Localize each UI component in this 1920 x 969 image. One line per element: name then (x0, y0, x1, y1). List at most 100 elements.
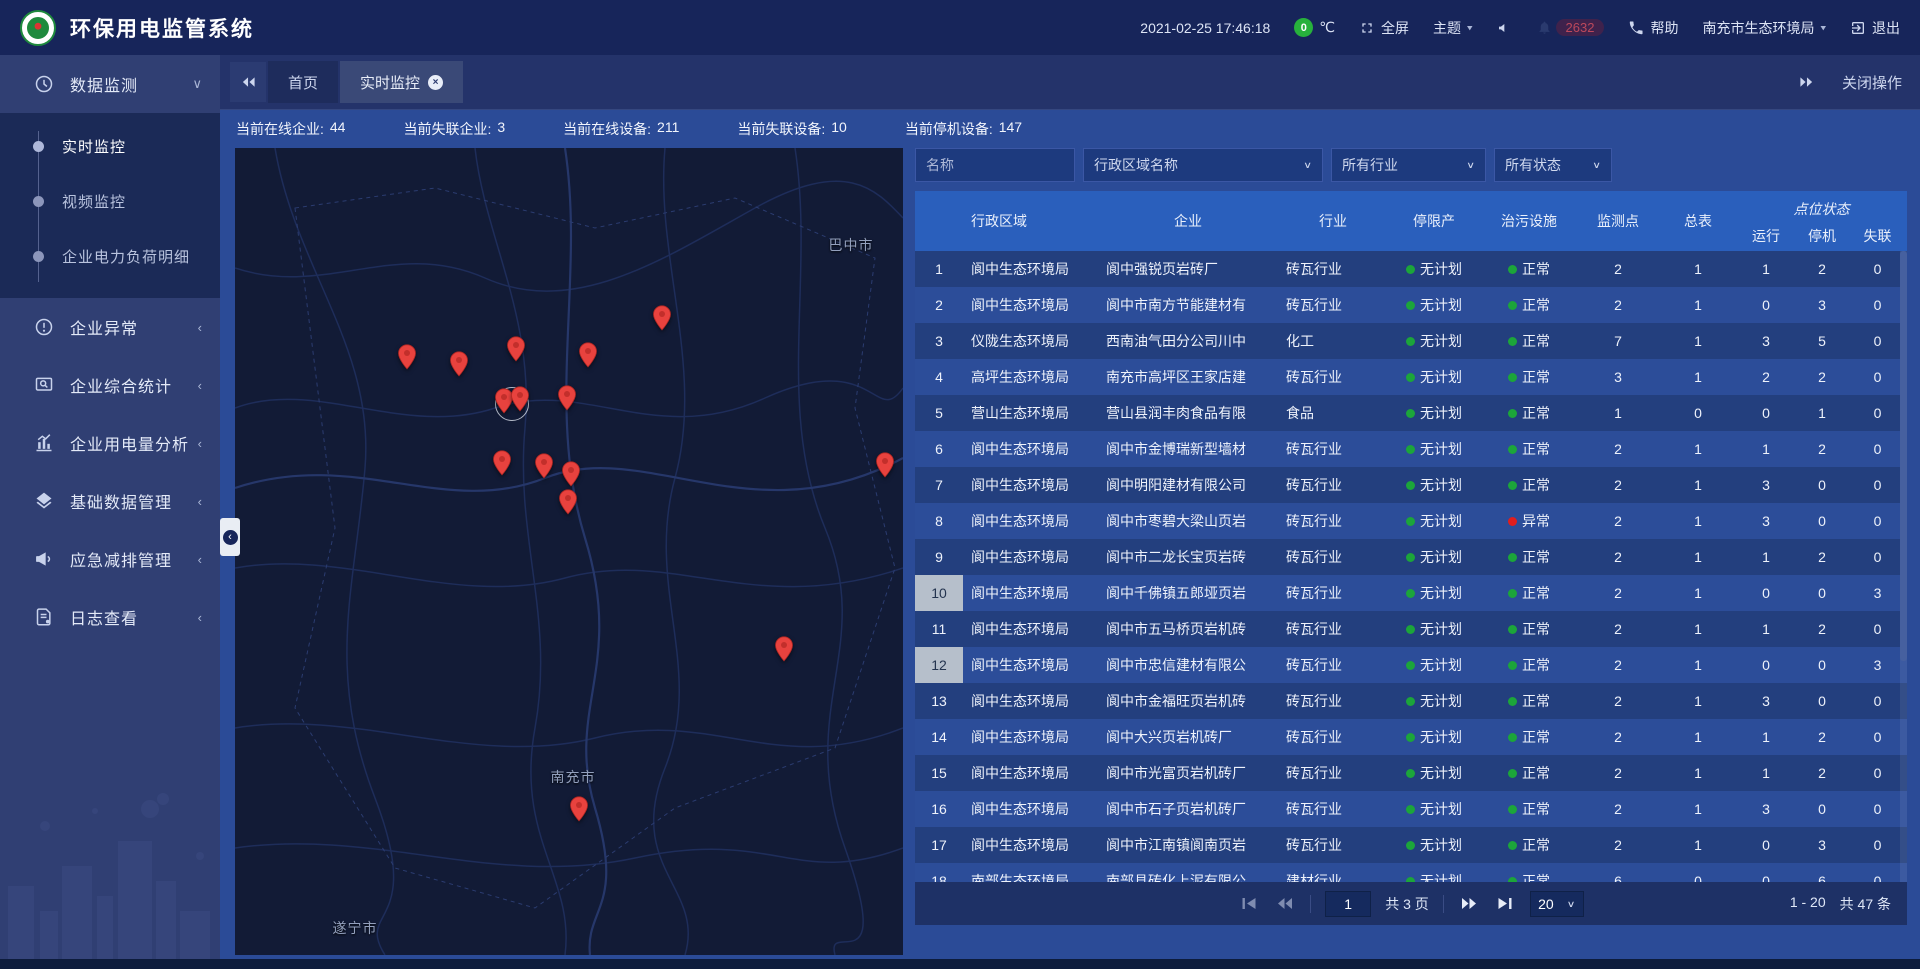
speaker-icon[interactable] (1497, 20, 1513, 36)
prev-page-button[interactable] (1274, 896, 1296, 912)
stats-bar: 当前在线企业:44当前失联企业:3当前在线设备:211当前失联设备:10当前停机… (220, 110, 1920, 148)
sidebar-item-企业综合统计[interactable]: 企业综合统计‹ (0, 356, 220, 414)
fullscreen-button[interactable]: 全屏 (1359, 18, 1409, 38)
page-size-select[interactable]: 20∨ (1530, 891, 1584, 917)
org-dropdown[interactable]: 南充市生态环境局▾ (1702, 18, 1826, 38)
help-button[interactable]: 帮助 (1628, 18, 1678, 38)
sidebar-submenu: 实时监控视频监控企业电力负荷明细 (0, 113, 220, 298)
map-pin-icon[interactable] (876, 452, 895, 478)
sidebar-item-应急减排管理[interactable]: 应急减排管理‹ (0, 530, 220, 588)
map-pin-icon[interactable] (562, 461, 581, 487)
map-panel[interactable]: 巴中市南充市遂宁市 (235, 148, 903, 955)
double-chevron-right-icon[interactable] (1799, 76, 1814, 88)
map-pin-icon[interactable] (535, 453, 554, 479)
tabs-scroll-left-button[interactable] (230, 62, 266, 102)
tab-首页[interactable]: 首页 (268, 61, 338, 103)
tabbar: 首页实时监控× 关闭操作 (220, 55, 1920, 110)
table-row[interactable]: 5 营山生态环境局 营山县润丰肉食品有限 食品 无计划 正常 1 0 0 1 0 (915, 395, 1907, 431)
close-icon[interactable]: × (428, 75, 443, 90)
table-row[interactable]: 7 阆中生态环境局 阆中明阳建材有限公司 砖瓦行业 无计划 正常 2 1 3 0… (915, 467, 1907, 503)
sidebar-subitem-视频监控[interactable]: 视频监控 (0, 174, 220, 229)
col-group-point-status: 点位状态 (1738, 191, 1905, 221)
table-row[interactable]: 6 阆中生态环境局 阆中市金博瑞新型墙材 砖瓦行业 无计划 正常 2 1 1 2… (915, 431, 1907, 467)
map-city-label-巴中市: 巴中市 (829, 235, 874, 255)
map-pin-icon[interactable] (653, 305, 672, 331)
map-pin-icon[interactable] (450, 351, 469, 377)
map-pin-icon[interactable] (579, 342, 598, 368)
app-title: 环保用电监管系统 (70, 13, 254, 43)
chevron-down-icon: ∨ (192, 76, 202, 92)
map-city-label-南充市: 南充市 (551, 767, 596, 787)
table-row[interactable]: 10 阆中生态环境局 阆中千佛镇五郎垭页岩 砖瓦行业 无计划 正常 2 1 0 … (915, 575, 1907, 611)
map-pin-icon[interactable] (775, 636, 794, 662)
temperature-badge: 0 (1294, 18, 1313, 37)
sidebar-collapse-handle[interactable]: ‹ (220, 518, 240, 556)
page-number-input[interactable]: 1 (1325, 891, 1371, 917)
map-pin-icon[interactable] (507, 336, 526, 362)
col-run: 运行 (1738, 221, 1794, 251)
stat-当前停机设备: 当前停机设备:147 (905, 119, 1022, 139)
sidebar-item-企业异常[interactable]: 企业异常‹ (0, 298, 220, 356)
map-pin-icon[interactable] (559, 489, 578, 515)
chevron-left-icon: ‹ (198, 378, 202, 393)
sidebar-subitem-实时监控[interactable]: 实时监控 (0, 119, 220, 174)
table-row[interactable]: 2 阆中生态环境局 阆中市南方节能建材有 砖瓦行业 无计划 正常 2 1 0 3… (915, 287, 1907, 323)
chevron-left-icon: ‹ (198, 436, 202, 451)
first-page-button[interactable] (1238, 896, 1260, 912)
col-meters: 总表 (1658, 191, 1738, 251)
name-search-input[interactable]: 名称 (915, 148, 1075, 182)
table-row[interactable]: 4 高坪生态环境局 南充市高坪区王家店建 砖瓦行业 无计划 正常 3 1 2 2… (915, 359, 1907, 395)
next-page-button[interactable] (1458, 896, 1480, 912)
total-label: 共 47 条 (1840, 894, 1891, 914)
map-pin-icon[interactable] (570, 796, 589, 822)
table-row[interactable]: 16 阆中生态环境局 阆中市石子页岩机砖厂 砖瓦行业 无计划 正常 2 1 3 … (915, 791, 1907, 827)
theme-dropdown[interactable]: 主题▾ (1433, 18, 1473, 38)
table-row[interactable]: 3 仪陇生态环境局 西南油气田分公司川中 化工 无计划 正常 7 1 3 5 0 (915, 323, 1907, 359)
table-row[interactable]: 15 阆中生态环境局 阆中市光富页岩机砖厂 砖瓦行业 无计划 正常 2 1 1 … (915, 755, 1907, 791)
table-row[interactable]: 8 阆中生态环境局 阆中市枣碧大梁山页岩 砖瓦行业 无计划 异常 2 1 3 0… (915, 503, 1907, 539)
temperature: 0 ℃ (1294, 18, 1335, 37)
status-select[interactable]: 所有状态∨ (1494, 148, 1612, 182)
map-pin-icon[interactable] (398, 344, 417, 370)
chevron-down-icon: ∨ (1567, 898, 1576, 909)
col-limit: 停限产 (1388, 191, 1480, 251)
sidebar-item-label: 数据监测 (70, 72, 192, 96)
table-scrollbar[interactable] (1900, 251, 1907, 882)
table-row[interactable]: 11 阆中生态环境局 阆中市五马桥页岩机砖 砖瓦行业 无计划 正常 2 1 1 … (915, 611, 1907, 647)
sidebar-item-日志查看[interactable]: 日志查看‹ (0, 588, 220, 646)
table-row[interactable]: 13 阆中生态环境局 阆中市金福旺页岩机砖 砖瓦行业 无计划 正常 2 1 3 … (915, 683, 1907, 719)
header-right: 2021-02-25 17:46:18 0 ℃ 全屏 主题▾ 2632 帮助 (1140, 18, 1900, 38)
table-row[interactable]: 12 阆中生态环境局 阆中市忠信建材有限公 砖瓦行业 无计划 正常 2 1 0 … (915, 647, 1907, 683)
sidebar-subitem-企业电力负荷明细[interactable]: 企业电力负荷明细 (0, 229, 220, 284)
sidebar-item-基础数据管理[interactable]: 基础数据管理‹ (0, 472, 220, 530)
map-pin-icon[interactable] (558, 385, 577, 411)
notifications[interactable]: 2632 (1537, 19, 1605, 36)
content: 巴中市南充市遂宁市 名称 行政区域名称∨ 所有行业∨ 所有状态∨ (220, 148, 1920, 969)
table-row[interactable]: 17 阆中生态环境局 阆中市江南镇阆南页岩 砖瓦行业 无计划 正常 2 1 0 … (915, 827, 1907, 863)
chevron-down-icon: ∨ (1303, 160, 1312, 171)
map-pin-icon[interactable] (493, 450, 512, 476)
sidebar-item-数据监测[interactable]: 数据监测∨ (0, 55, 220, 113)
table-row[interactable]: 18 南部生态环境局 南部县砖化上泥有限公 建材行业 无计划 正常 6 0 0 … (915, 863, 1907, 882)
sidebar: 数据监测∨实时监控视频监控企业电力负荷明细企业异常‹企业综合统计‹企业用电量分析… (0, 55, 220, 969)
tabs-container: 首页实时监控× (266, 61, 463, 103)
double-chevron-left-icon (241, 76, 256, 88)
table-row[interactable]: 14 阆中生态环境局 阆中大兴页岩机砖厂 砖瓦行业 无计划 正常 2 1 1 2… (915, 719, 1907, 755)
logout-button[interactable]: 退出 (1850, 18, 1900, 38)
sidebar-item-企业用电量分析[interactable]: 企业用电量分析‹ (0, 414, 220, 472)
table-row[interactable]: 1 阆中生态环境局 阆中强锐页岩砖厂 砖瓦行业 无计划 正常 2 1 1 2 0 (915, 251, 1907, 287)
logout-icon (1850, 20, 1866, 36)
notification-count-badge: 2632 (1556, 19, 1605, 36)
top-header: 环保用电监管系统 2021-02-25 17:46:18 0 ℃ 全屏 主题▾ … (0, 0, 1920, 55)
app-logo-icon (20, 10, 56, 46)
table-row[interactable]: 9 阆中生态环境局 阆中市二龙长宝页岩砖 砖瓦行业 无计划 正常 2 1 1 2… (915, 539, 1907, 575)
skyline-decoration (0, 771, 220, 961)
map-pin-icon[interactable] (511, 386, 530, 412)
region-select[interactable]: 行政区域名称∨ (1083, 148, 1323, 182)
last-page-button[interactable] (1494, 896, 1516, 912)
tab-实时监控[interactable]: 实时监控× (340, 61, 463, 103)
close-operations-button[interactable]: 关闭操作 (1842, 72, 1902, 93)
col-region: 行政区域 (963, 191, 1098, 251)
industry-select[interactable]: 所有行业∨ (1331, 148, 1486, 182)
alert-icon (34, 317, 54, 337)
